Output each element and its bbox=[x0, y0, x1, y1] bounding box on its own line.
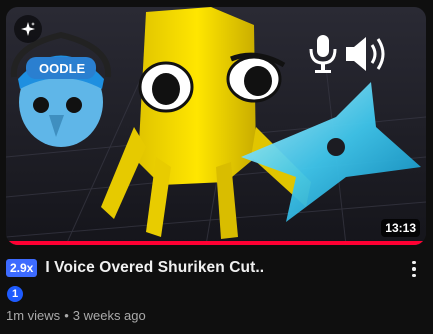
view-count: 1m views bbox=[6, 308, 61, 323]
more-vert-icon bbox=[412, 260, 416, 265]
watch-progress-bar bbox=[6, 241, 426, 245]
meta-separator: • bbox=[64, 308, 69, 323]
number-marker: 1 bbox=[7, 286, 23, 302]
video-meta: 1m views • 3 weeks ago bbox=[6, 308, 146, 323]
duration-badge: 13:13 bbox=[381, 219, 420, 237]
speed-badge: 2.9x bbox=[6, 259, 38, 277]
video-card[interactable]: OODLE 13:13 2.9x I Voice Overed Shuriken… bbox=[0, 0, 433, 334]
video-title[interactable]: I Voice Overed Shuriken Cut.. bbox=[45, 259, 264, 277]
video-thumbnail[interactable]: OODLE 13:13 bbox=[6, 7, 426, 245]
upload-age: 3 weeks ago bbox=[72, 308, 146, 323]
sparkle-button[interactable] bbox=[14, 15, 42, 43]
watch-progress-fill bbox=[6, 241, 426, 245]
sparkle-icon bbox=[21, 22, 35, 36]
more-options-button[interactable] bbox=[406, 258, 422, 280]
video-info: 2.9x I Voice Overed Shuriken Cut.. 1 1m … bbox=[6, 256, 426, 332]
title-row: 2.9x I Voice Overed Shuriken Cut.. bbox=[6, 259, 264, 277]
more-vert-dot bbox=[412, 267, 416, 271]
more-vert-dot bbox=[412, 273, 416, 278]
cap-text: OODLE bbox=[39, 61, 86, 76]
thumbnail-image: OODLE bbox=[6, 7, 426, 245]
